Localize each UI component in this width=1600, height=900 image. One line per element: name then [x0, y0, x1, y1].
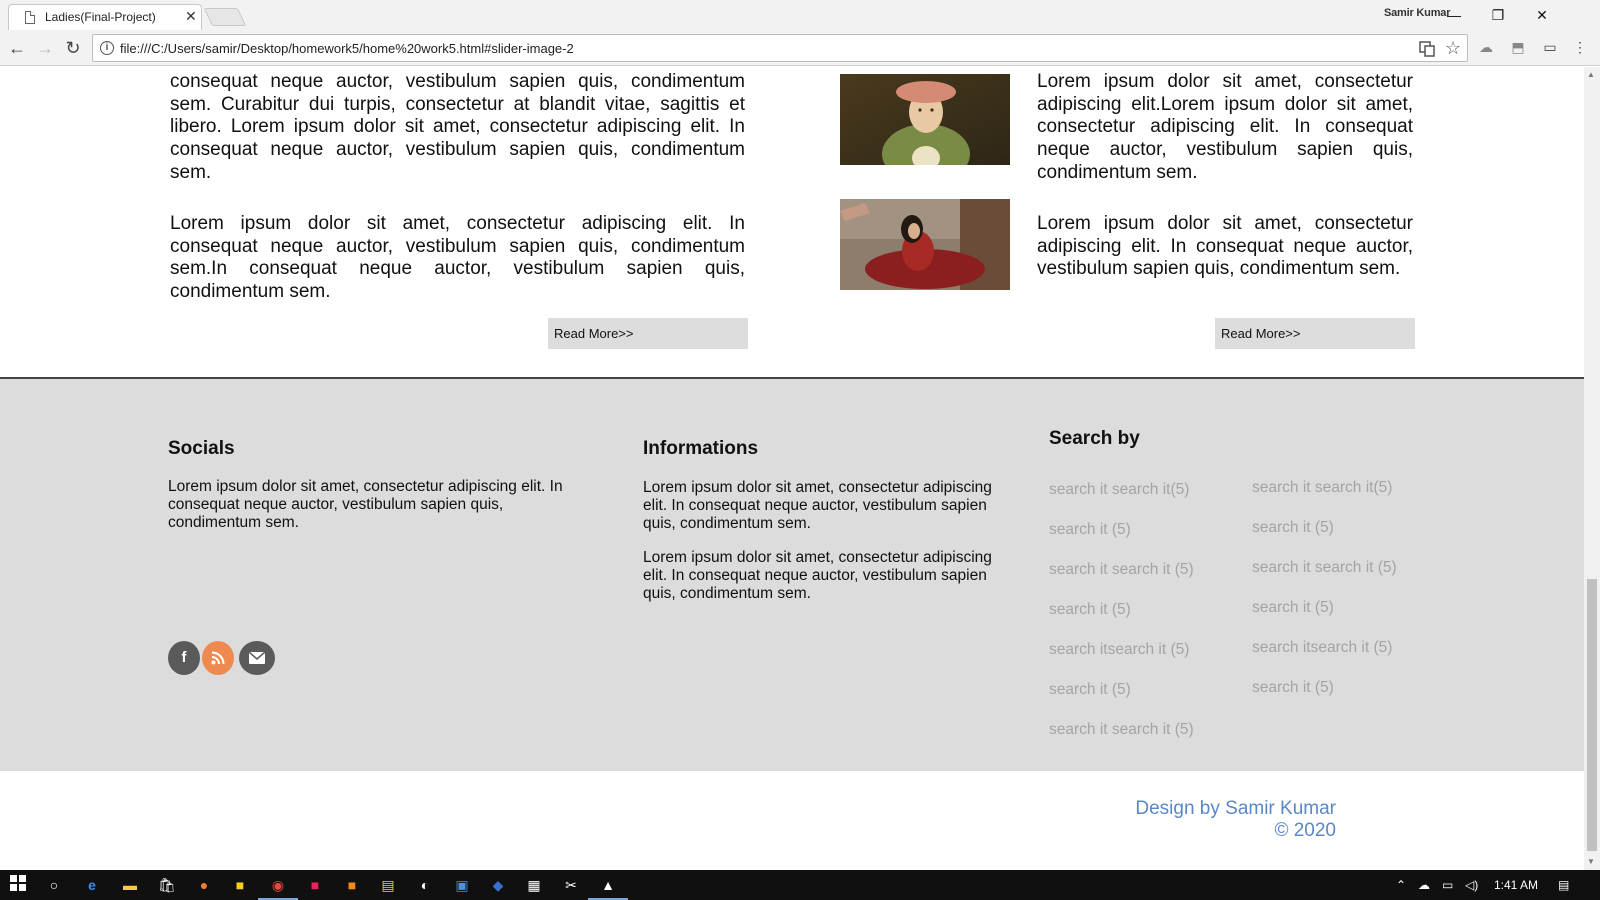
informations-text-2: Lorem ipsum dolor sit amet, consectetur … — [643, 549, 992, 602]
menu-icon[interactable]: ⋮ — [1569, 39, 1591, 59]
calculator-icon[interactable]: ▦ — [524, 875, 544, 895]
close-window-button[interactable]: ✕ — [1520, 2, 1564, 28]
app-yellow-icon[interactable]: ■ — [230, 875, 250, 895]
left-article-text-1: consequat neque auctor, vestibulum sapie… — [170, 71, 745, 183]
browser-toolbar: ← → ↻ i file:///C:/Users/samir/Desktop/h… — [0, 30, 1600, 66]
browser-tab[interactable]: Ladies(Final-Project) ✕ — [8, 4, 202, 30]
clock-time[interactable]: 1:41 AM — [1494, 878, 1538, 892]
store-icon[interactable]: 🛍 — [157, 875, 177, 895]
back-button[interactable]: ← — [5, 36, 29, 60]
document-icon — [25, 11, 35, 24]
onedrive-icon[interactable]: ☁ — [1418, 878, 1430, 892]
socials-heading: Socials — [168, 438, 235, 459]
search-link[interactable]: search it (5) — [1049, 601, 1131, 619]
photos-icon[interactable]: ▲ — [598, 875, 618, 895]
cortana-search-icon[interactable]: ○ — [44, 875, 64, 895]
read-more-button-right[interactable]: Read More>> — [1215, 318, 1415, 349]
visual-studio-icon[interactable]: ◆ — [488, 875, 508, 895]
chrome-icon[interactable]: ◉ — [268, 875, 288, 895]
scroll-up-icon[interactable]: ▲ — [1587, 70, 1595, 79]
article-image-girl-green[interactable] — [840, 74, 1010, 165]
info-icon[interactable]: i — [100, 41, 114, 55]
extension-icon[interactable]: ☁ — [1475, 39, 1497, 59]
page-scrollbar[interactable]: ▲ ▼ — [1584, 67, 1600, 870]
copyright: © 2020 — [1274, 820, 1336, 841]
read-more-button-left[interactable]: Read More>> — [548, 318, 748, 349]
reload-button[interactable]: ↻ — [61, 36, 85, 60]
url-text[interactable]: file:///C:/Users/samir/Desktop/homework5… — [120, 41, 574, 56]
snipping-tool-icon[interactable]: ✂ — [561, 875, 581, 895]
scrollbar-thumb[interactable] — [1587, 579, 1597, 851]
search-link[interactable]: search it search it(5) — [1049, 481, 1189, 499]
right-article-text-1: Lorem ipsum dolor sit amet, consectetur … — [1037, 71, 1413, 183]
facebook-icon[interactable]: f — [168, 641, 200, 675]
restore-button[interactable]: ❐ — [1476, 2, 1520, 28]
search-link[interactable]: search it search it (5) — [1049, 721, 1194, 739]
tab-close-icon[interactable]: ✕ — [185, 8, 197, 25]
informations-text-1: Lorem ipsum dolor sit amet, consectetur … — [643, 479, 992, 532]
socials-text: Lorem ipsum dolor sit amet, consectetur … — [168, 478, 563, 531]
minimize-button[interactable]: — — [1432, 2, 1476, 28]
search-link[interactable]: search it search it(5) — [1252, 479, 1392, 497]
windows-taskbar: ○ e ▬ 🛍 ● ■ ◉ ■ ■ ▤ ◐ ▣ ◆ ▦ ✂ ▲ ⌃ ☁ ▭ ◁)… — [0, 870, 1600, 900]
bookmark-star-icon[interactable]: ☆ — [1445, 38, 1461, 59]
start-windows-icon[interactable] — [8, 875, 28, 895]
action-center-icon[interactable]: ▤ — [1558, 878, 1569, 892]
footer: Socials Lorem ipsum dolor sit amet, cons… — [0, 377, 1584, 771]
cast-icon[interactable]: ▭ — [1539, 39, 1561, 59]
design-credit: Design by Samir Kumar — [1135, 798, 1336, 819]
search-link[interactable]: search it (5) — [1049, 521, 1131, 539]
show-hidden-icons[interactable]: ⌃ — [1396, 878, 1406, 892]
search-link[interactable]: search itsearch it (5) — [1049, 641, 1189, 659]
network-icon[interactable]: ▭ — [1442, 878, 1453, 892]
rss-icon[interactable] — [202, 641, 234, 675]
translate-icon[interactable] — [1419, 41, 1435, 61]
article-image-woman-red[interactable] — [840, 199, 1010, 290]
file-explorer-icon[interactable]: ▬ — [120, 875, 140, 895]
browser-titlebar: Ladies(Final-Project) ✕ Samir Kumar — ❐ … — [0, 0, 1600, 30]
search-link[interactable]: search it (5) — [1049, 681, 1131, 699]
firefox-icon[interactable]: ● — [194, 875, 214, 895]
new-tab-button[interactable] — [203, 8, 247, 26]
forward-button[interactable]: → — [33, 36, 57, 60]
paint-icon[interactable]: ◐ — [415, 875, 435, 895]
app-orange-icon[interactable]: ■ — [342, 875, 362, 895]
left-article-text-2: Lorem ipsum dolor sit amet, consectetur … — [170, 213, 745, 303]
volume-icon[interactable]: ◁) — [1465, 878, 1478, 892]
search-link[interactable]: search it (5) — [1252, 599, 1334, 617]
pdf-extension-icon[interactable]: ⬒ — [1507, 39, 1529, 59]
search-by-heading: Search by — [1049, 428, 1140, 449]
informations-heading: Informations — [643, 438, 759, 459]
edge-icon[interactable]: e — [82, 875, 102, 895]
search-link[interactable]: search it search it (5) — [1049, 561, 1194, 579]
page-content: consequat neque auctor, vestibulum sapie… — [0, 67, 1584, 870]
search-link[interactable]: search it (5) — [1252, 679, 1334, 697]
app-blue-icon[interactable]: ▣ — [452, 875, 472, 895]
address-bar[interactable]: i file:///C:/Users/samir/Desktop/homewor… — [92, 34, 1468, 62]
search-link[interactable]: search itsearch it (5) — [1252, 639, 1392, 657]
notes-icon[interactable]: ▤ — [378, 875, 398, 895]
app-pink-icon[interactable]: ■ — [305, 875, 325, 895]
tab-title: Ladies(Final-Project) — [45, 10, 156, 24]
scroll-down-icon[interactable]: ▼ — [1587, 857, 1595, 866]
right-article-text-2: Lorem ipsum dolor sit amet, consectetur … — [1037, 213, 1413, 280]
email-icon[interactable] — [239, 641, 275, 675]
search-link[interactable]: search it search it (5) — [1252, 559, 1397, 577]
search-link[interactable]: search it (5) — [1252, 519, 1334, 537]
